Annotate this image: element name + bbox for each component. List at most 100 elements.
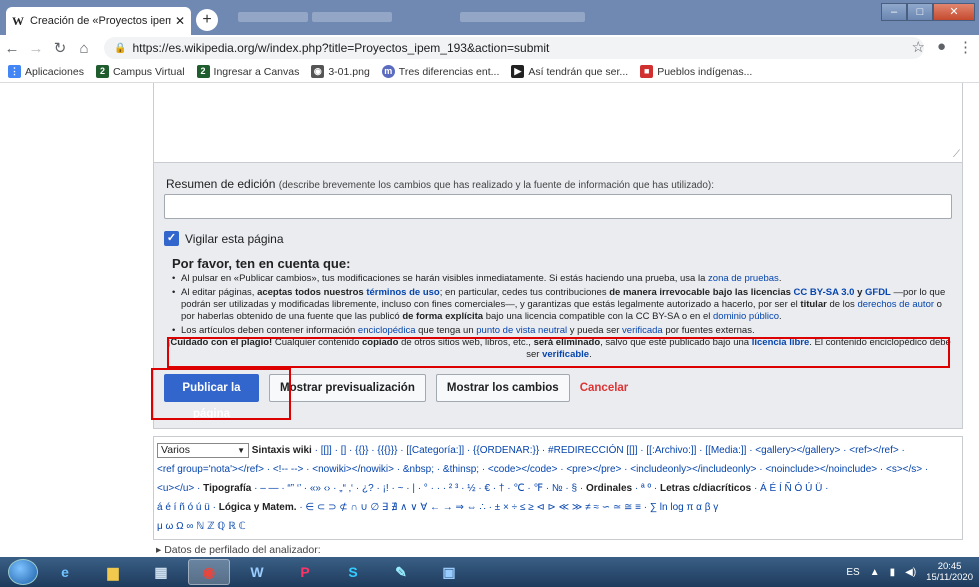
verified-link[interactable]: verificada [622,325,663,336]
profile-icon[interactable]: ● [937,38,946,56]
neutral-pov-link[interactable]: punto de vista neutral [476,325,567,336]
wikitext-editor[interactable]: ⟋ [153,83,963,163]
notice-text: que tenga un [418,325,474,336]
menu-icon[interactable]: ⋮ [958,38,973,56]
notice-text: por fuentes externas. [665,325,755,336]
clock[interactable]: 20:45 15/11/2020 [926,561,973,583]
charbox-items[interactable]: · [[]] · [] · {{}} · {{{}}} · [[Categorí… [315,445,905,456]
bookmark-label: Tres diferencias ent... [398,65,500,78]
word-icon[interactable]: W [236,559,278,585]
charbox-row: Varios Sintaxis wiki · [[]] · [] · {{}} … [157,441,959,460]
charbox-row: á é í ñ ó ú ü · Lógica y Matem. · ∈ ⊂ ⊃ … [157,498,959,517]
gfdl-link[interactable]: GFDL [865,287,891,298]
tray-arrow-icon[interactable]: ▲ [870,567,880,578]
summary-input[interactable] [164,194,952,219]
copyright-link[interactable]: derechos de autor [857,299,934,310]
charbox-items[interactable]: á é í ñ ó ú ü · [157,502,216,513]
skype-icon[interactable]: S [332,559,374,585]
bookmark-item[interactable]: ▶ Así tendrán que ser... [511,65,628,78]
reload-icon[interactable]: ↻ [48,39,72,57]
charbox-items[interactable]: · Á É Í Ñ Ó Ú Ü · [754,483,828,494]
encyclopedic-link[interactable]: enciclopédica [358,325,416,336]
ie-icon[interactable]: e [44,559,86,585]
charbox-items[interactable]: <ref group='nota'></ref> · <!-- --> · <n… [157,464,928,475]
bookmark-item[interactable]: m Tres diferencias ent... [381,65,500,78]
notice-bold: aceptas todos nuestros [257,287,364,298]
bookmark-label: Así tendrán que ser... [528,65,629,78]
bookmark-item[interactable]: ◉ 3-01.png [311,65,370,78]
cancel-link[interactable]: Cancelar [580,382,629,394]
network-icon[interactable]: ▮ [890,567,896,578]
bookmark-label: Pueblos indígenas... [657,65,753,78]
star-icon[interactable]: ☆ [911,38,924,56]
special-characters-toolbar: Varios Sintaxis wiki · [[]] · [] · {{}} … [153,436,963,540]
notice-bold: titular [800,299,827,310]
language-indicator[interactable]: ES [846,567,859,578]
lock-icon[interactable]: 🔒 [114,43,126,54]
charbox-items[interactable]: · ª º · [635,483,657,494]
notice-bold: y [857,287,863,298]
charbox-row: μ ω Ω ∞ ℕ ℤ ℚ ℝ ℂ [157,517,959,536]
summary-hint: (describe brevemente los cambios que has… [278,180,714,191]
charbox-heading: Sintaxis wiki [251,445,312,456]
close-window-button[interactable]: ✕ [933,3,975,21]
home-icon[interactable]: ⌂ [72,40,96,57]
start-button[interactable] [8,559,38,585]
maximize-button[interactable]: □ [907,3,933,21]
charset-select[interactable]: Varios [157,442,249,458]
paint-icon[interactable]: ✎ [380,559,422,585]
apps-grid-icon: ⋮ [8,65,21,78]
tab-active[interactable]: W Creación de «Proyectos ipem 193 ✕ [6,7,191,35]
canvas-icon: 2 [196,65,210,78]
notice-item: Al editar páginas, aceptas todos nuestro… [172,287,952,323]
checkbox-checked-icon[interactable]: ✓ [164,231,179,246]
bookmark-item[interactable]: 2 Ingresar a Canvas [196,65,299,78]
notice-title: Por favor, ten en cuenta que: [172,256,351,271]
blurred-tab [460,12,585,22]
summary-label: Resumen de edición (describe brevemente … [166,177,714,191]
notice-text: Los artículos deben contener información [181,325,356,336]
charbox-items[interactable]: · – — · “” ‘’ · «» ‹› · „“ ‚‘ · ¿? · ¡! … [254,483,583,494]
powerpoint-icon[interactable]: P [284,559,326,585]
preview-button[interactable]: Mostrar previsualización [269,374,426,402]
calculator-icon[interactable]: ▦ [140,559,182,585]
charbox-items[interactable]: · ∈ ⊂ ⊃ ⊄ ∩ ∪ ∅ ∃ ∄ ∧ ∨ ∀ ← → ⇒ ⇔ ∴ · ± … [299,502,718,513]
system-tray: ES ▲ ▮ ◀) 20:45 15/11/2020 [846,557,973,587]
chrome-icon[interactable]: ◉ [188,559,230,585]
campus-icon: 2 [95,65,109,78]
forward-icon[interactable]: → [24,40,48,57]
m-icon: m [381,65,395,78]
red-square-icon: ■ [640,65,654,78]
notice-item: Los artículos deben contener información… [172,325,952,337]
new-tab-button[interactable]: + [196,9,218,31]
charbox-heading: Letras c/diacríticos [660,483,752,494]
volume-icon[interactable]: ◀) [905,567,916,578]
watch-label: Vigilar esta página [185,231,284,246]
blurred-tab [312,12,392,22]
summary-label-text: Resumen de edición [166,177,276,191]
clock-time: 20:45 [937,561,962,572]
notice-item: Al pulsar en «Publicar cambios», tus mod… [172,273,952,285]
bookmark-item[interactable]: ■ Pueblos indígenas... [640,65,752,78]
bookmark-item[interactable]: ⋮ Aplicaciones [8,65,84,78]
back-icon[interactable]: ← [0,40,24,57]
notice-text: Al pulsar en «Publicar cambios», tus mod… [181,273,706,284]
video-icon: ▶ [511,65,525,78]
charbox-items[interactable]: <u></u> · [157,483,200,494]
minimize-button[interactable]: – [881,3,907,21]
tab-close-icon[interactable]: ✕ [175,14,185,28]
terms-link[interactable]: términos de uso [366,287,439,298]
screen-icon[interactable]: ▣ [428,559,470,585]
watch-checkbox-row[interactable]: ✓ Vigilar esta página [164,231,284,246]
cc-license-link[interactable]: CC BY-SA 3.0 [794,287,855,298]
parser-profiling-toggle[interactable]: ▸ Datos de perfilado del analizador: [156,544,321,556]
resize-grip-icon[interactable]: ⟋ [953,149,960,160]
folder-icon[interactable]: ▆ [92,559,134,585]
sandbox-link[interactable]: zona de pruebas [708,273,779,284]
url-field[interactable]: 🔒 https://es.wikipedia.org/w/index.php?t… [104,37,924,59]
bookmark-item[interactable]: 2 Campus Virtual [95,65,185,78]
notice-text: de los [829,299,855,310]
public-domain-link[interactable]: dominio público [713,311,779,322]
charbox-items[interactable]: μ ω Ω ∞ ℕ ℤ ℚ ℝ ℂ [157,521,246,532]
show-changes-button[interactable]: Mostrar los cambios [435,374,570,402]
